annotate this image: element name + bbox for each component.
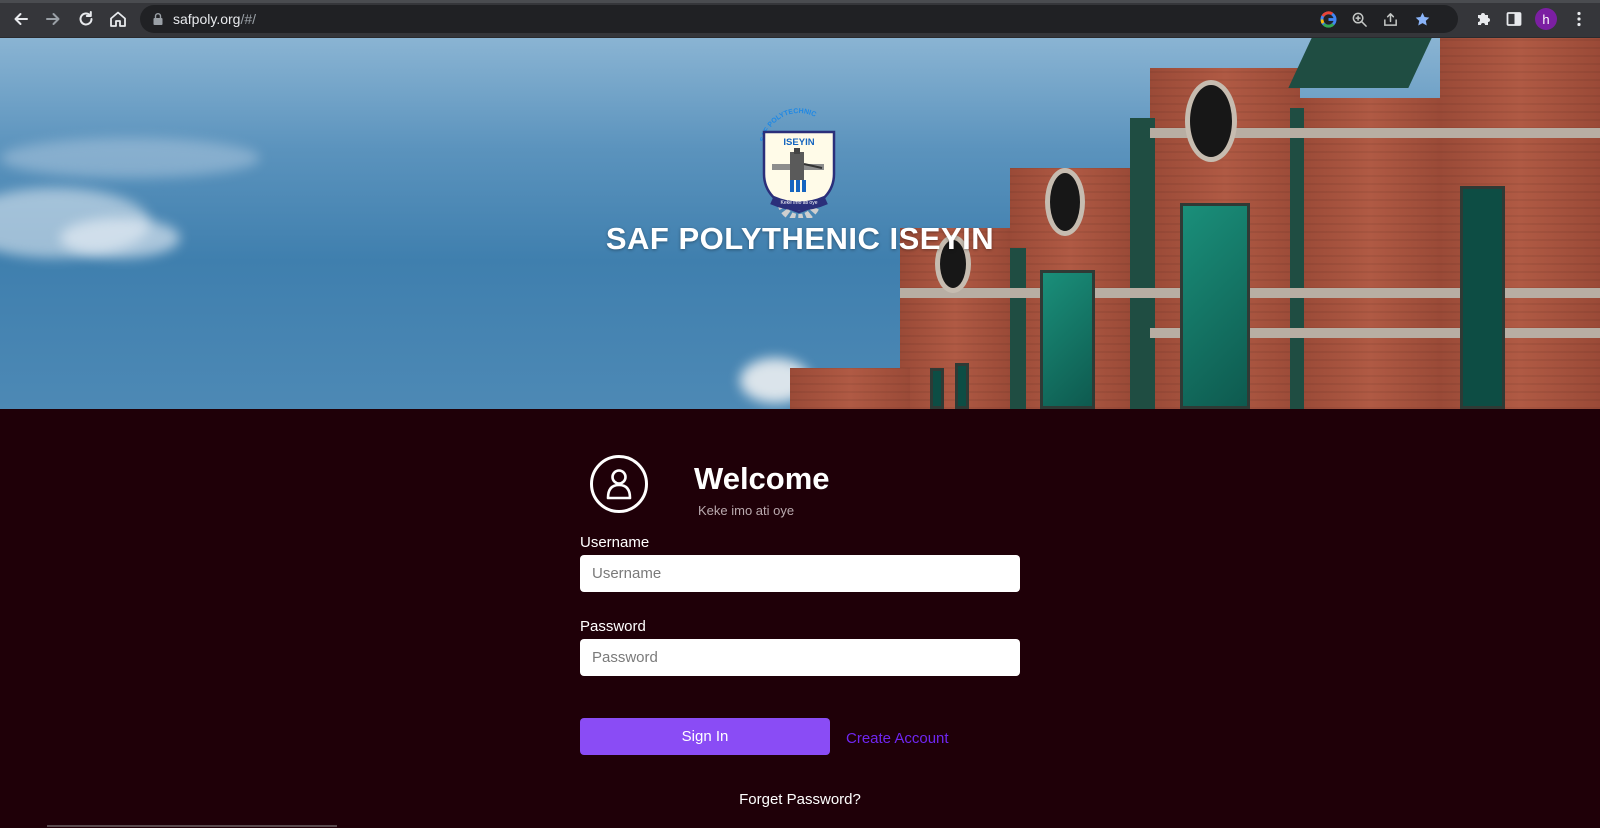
browser-toolbar: safpoly.org/#/ h: [0, 0, 1600, 38]
school-logo: SAF POLYTECHNIC ISEYIN Keke imo ati oye: [750, 108, 848, 222]
building-block: [790, 368, 910, 409]
side-panel-icon[interactable]: [1503, 8, 1525, 30]
sign-in-button[interactable]: Sign In: [580, 718, 830, 755]
svg-text:ISEYIN: ISEYIN: [783, 137, 814, 148]
round-window: [1185, 80, 1237, 162]
cloud: [0, 138, 260, 178]
tab-strip-edge: [0, 0, 1600, 3]
pillar: [1130, 118, 1155, 409]
address-bar[interactable]: safpoly.org/#/: [140, 5, 1458, 33]
roof: [1288, 38, 1432, 88]
create-account-link[interactable]: Create Account: [846, 730, 949, 747]
password-input[interactable]: [580, 639, 1020, 676]
username-input[interactable]: [580, 555, 1020, 592]
building-window: [1460, 186, 1505, 409]
forgot-password-link[interactable]: Forget Password?: [739, 791, 861, 808]
puzzle-icon[interactable]: [1473, 8, 1495, 30]
user-icon: [590, 455, 648, 513]
tagline: Keke imo ati oye: [698, 503, 795, 518]
hero-banner: SAF POLYTECHNIC ISEYIN Keke imo ati oye …: [0, 38, 1600, 409]
pillar: [1290, 108, 1304, 409]
page-title: SAF POLYTHENIC ISEYIN: [605, 221, 995, 256]
google-icon[interactable]: [1318, 9, 1338, 29]
divider: [47, 825, 337, 827]
forward-arrow-icon[interactable]: [41, 7, 65, 31]
kebab-menu-icon[interactable]: [1568, 8, 1590, 30]
username-label: Username: [580, 534, 650, 551]
building-window: [955, 363, 969, 409]
lock-icon[interactable]: [152, 12, 164, 26]
url-text[interactable]: safpoly.org/#/: [173, 11, 256, 27]
back-arrow-icon[interactable]: [9, 7, 33, 31]
profile-avatar[interactable]: h: [1535, 8, 1557, 30]
building-window: [930, 368, 944, 409]
star-icon[interactable]: [1412, 9, 1432, 29]
forgot-password-row: Forget Password?: [0, 791, 1600, 808]
home-icon[interactable]: [106, 7, 130, 31]
share-icon[interactable]: [1380, 9, 1400, 29]
pillar: [1010, 248, 1026, 409]
login-panel: Welcome Keke imo ati oye Username Passwo…: [0, 409, 1600, 828]
password-label: Password: [580, 618, 646, 635]
welcome-heading: Welcome: [694, 461, 830, 496]
building-window: [1040, 270, 1095, 409]
reload-icon[interactable]: [74, 7, 98, 31]
svg-text:Keke imo ati oye: Keke imo ati oye: [781, 200, 818, 206]
zoom-icon[interactable]: [1349, 9, 1369, 29]
